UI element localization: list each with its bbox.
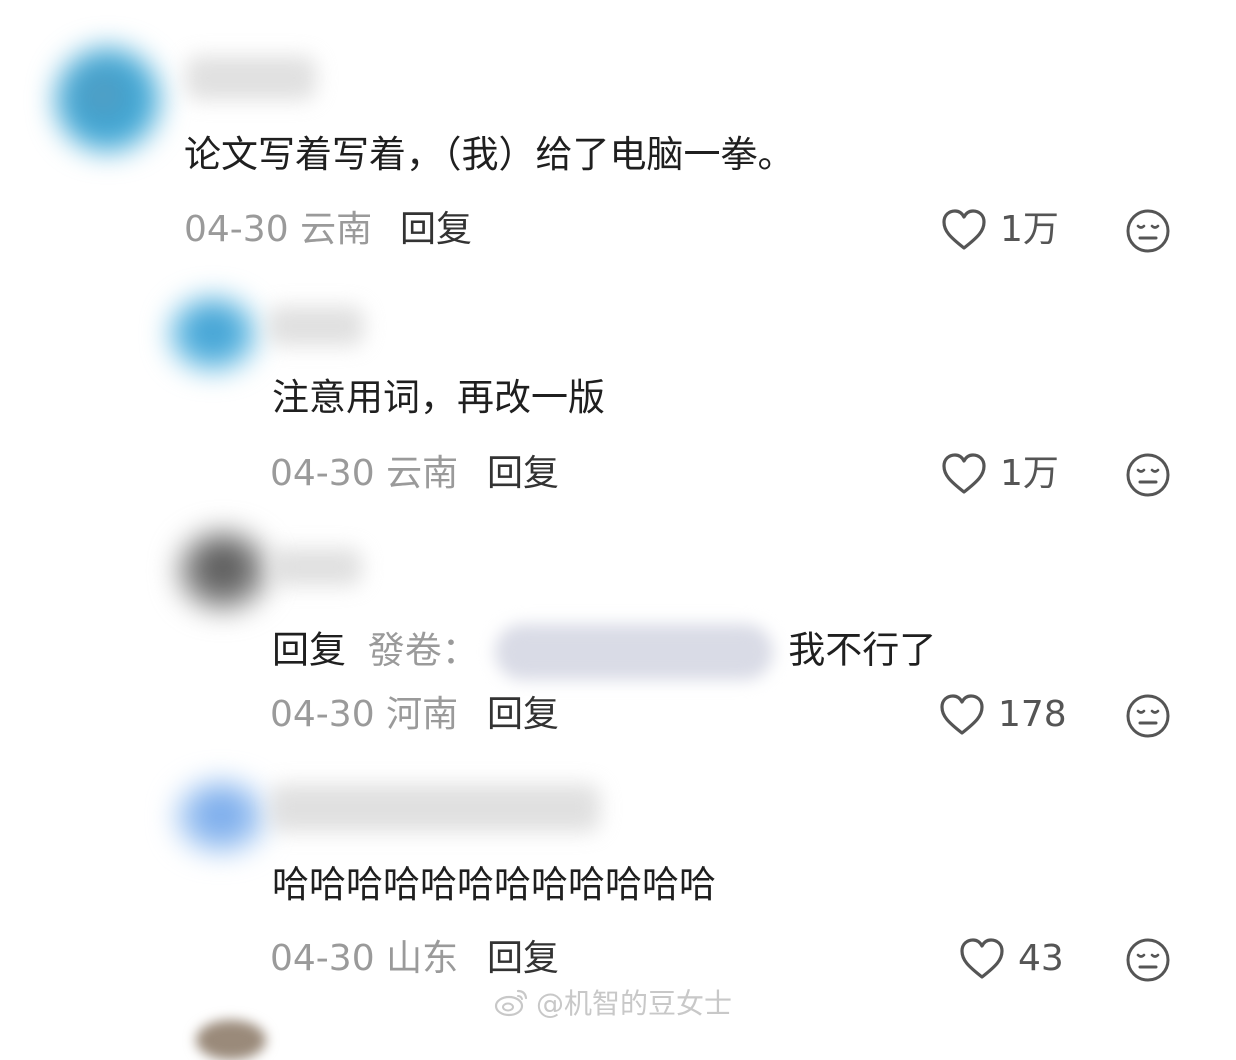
reply-button[interactable]: 回复 xyxy=(487,456,559,492)
comment-date: 04-30 xyxy=(270,453,375,494)
dislike-icon[interactable] xyxy=(1125,693,1171,739)
username[interactable] xyxy=(186,56,316,100)
comment-meta: 04-30 云南 xyxy=(184,212,372,248)
watermark-text: @机智的豆女士 xyxy=(536,987,733,1020)
mention-link[interactable] xyxy=(494,624,773,680)
comment-body: 我不行了 xyxy=(788,628,937,672)
heart-icon xyxy=(942,209,986,250)
dislike-icon[interactable] xyxy=(1125,452,1171,498)
avatar[interactable] xyxy=(196,1020,266,1060)
avatar[interactable] xyxy=(178,532,268,610)
comment-text: 注意用词，再改一版 xyxy=(272,376,605,419)
dislike-icon[interactable] xyxy=(1125,937,1171,983)
comment-text: 哈哈哈哈哈哈哈哈哈哈哈哈 xyxy=(272,863,716,906)
watermark: @机智的豆女士 xyxy=(494,982,732,1022)
reply-button[interactable]: 回复 xyxy=(487,697,559,733)
comment-date: 04-30 xyxy=(270,938,375,979)
avatar[interactable] xyxy=(170,298,256,370)
comment-location: 云南 xyxy=(300,209,373,250)
reply-prefix: 回复 xyxy=(272,628,346,672)
heart-icon xyxy=(942,453,986,494)
username[interactable] xyxy=(272,548,362,586)
comment-date: 04-30 xyxy=(270,694,375,735)
comment-date: 04-30 xyxy=(184,209,289,250)
comment-location: 河南 xyxy=(386,694,459,735)
comment-text: 论文写着写着，（我）给了电脑一拳。 xyxy=(184,133,795,176)
comment-location: 山东 xyxy=(386,938,459,979)
reply-target-name[interactable]: 發卷： xyxy=(368,629,479,672)
reply-button[interactable]: 回复 xyxy=(400,212,472,248)
comment-text: 回复 發卷： 我不行了 xyxy=(272,624,936,680)
like-button[interactable]: 1万 xyxy=(940,207,1059,253)
avatar[interactable] xyxy=(56,48,160,152)
comment-location: 云南 xyxy=(386,453,459,494)
heart-icon xyxy=(960,938,1004,979)
comment-meta: 04-30 河南 xyxy=(270,697,458,733)
username[interactable] xyxy=(270,784,600,832)
like-count: 43 xyxy=(1018,938,1064,979)
comment-meta: 04-30 云南 xyxy=(270,456,458,492)
like-button[interactable]: 43 xyxy=(958,936,1064,982)
weibo-logo-icon xyxy=(494,989,528,1017)
like-button[interactable]: 1万 xyxy=(940,451,1059,497)
heart-icon xyxy=(940,694,984,735)
like-button[interactable]: 178 xyxy=(938,692,1067,738)
dislike-icon[interactable] xyxy=(1125,208,1171,254)
like-count: 178 xyxy=(998,694,1067,735)
username[interactable] xyxy=(268,306,364,346)
reply-button[interactable]: 回复 xyxy=(487,941,559,977)
like-count: 1万 xyxy=(1000,209,1059,250)
avatar[interactable] xyxy=(176,782,266,852)
like-count: 1万 xyxy=(1000,453,1059,494)
comment-meta: 04-30 山东 xyxy=(270,941,458,977)
